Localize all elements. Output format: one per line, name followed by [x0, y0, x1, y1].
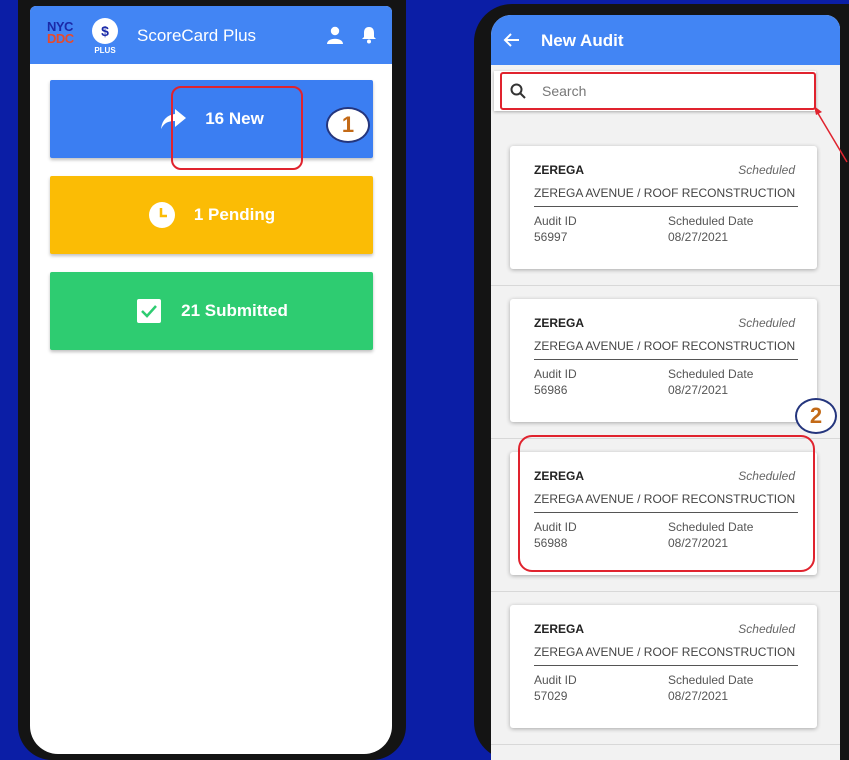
- app-title: ScoreCard Plus: [137, 26, 257, 45]
- audit-name: ZEREGA: [534, 622, 585, 636]
- audit-project: ZEREGA AVENUE / ROOF RECONSTRUCTION: [534, 339, 796, 353]
- back-arrow-icon[interactable]: [503, 31, 521, 49]
- audit-status: Scheduled: [738, 163, 795, 177]
- list-item: ZEREGA Scheduled ZEREGA AVENUE / ROOF RE…: [491, 286, 840, 439]
- clock-icon: [148, 201, 176, 229]
- step-badge-1: 1: [326, 107, 370, 143]
- audit-id-label: Audit ID: [534, 214, 577, 228]
- divider: [534, 359, 798, 360]
- plus-logo-mark: $: [92, 18, 118, 44]
- scheduled-date-label: Scheduled Date: [668, 367, 754, 381]
- scheduled-date-label: Scheduled Date: [668, 214, 754, 228]
- plus-logo: $ PLUS: [90, 18, 120, 58]
- audit-card[interactable]: ZEREGA Scheduled ZEREGA AVENUE / ROOF RE…: [510, 299, 817, 422]
- audit-card[interactable]: ZEREGA Scheduled ZEREGA AVENUE / ROOF RE…: [510, 605, 817, 728]
- audit-id-value: 57029: [534, 689, 568, 703]
- scheduled-date-value: 08/27/2021: [668, 383, 729, 397]
- nyc-ddc-logo: NYC DDC: [47, 20, 83, 49]
- scheduled-date-value: 08/27/2021: [668, 230, 729, 244]
- submitted-audits-button[interactable]: 21 Submitted: [50, 272, 373, 350]
- callout-highlight-audit-card: [518, 435, 815, 572]
- list-item: ZEREGA Scheduled ZEREGA AVENUE / ROOF RE…: [491, 592, 840, 745]
- callout-highlight-search: [500, 72, 816, 110]
- audit-id-label: Audit ID: [534, 673, 577, 687]
- list-item: [491, 745, 840, 760]
- bell-icon[interactable]: [360, 26, 378, 44]
- list-item: ZEREGA Scheduled ZEREGA AVENUE / ROOF RE…: [491, 133, 840, 286]
- audit-card[interactable]: ZEREGA Scheduled ZEREGA AVENUE / ROOF RE…: [510, 146, 817, 269]
- submitted-audits-label: 21 Submitted: [181, 301, 288, 320]
- audit-id-label: Audit ID: [534, 367, 577, 381]
- page-title: New Audit: [541, 31, 624, 50]
- scheduled-date-value: 08/27/2021: [668, 689, 729, 703]
- audit-name: ZEREGA: [534, 163, 585, 177]
- user-icon[interactable]: [326, 26, 344, 44]
- audit-project: ZEREGA AVENUE / ROOF RECONSTRUCTION: [534, 645, 796, 659]
- app-header: NYC DDC $ PLUS ScoreCard Plus: [30, 6, 392, 64]
- divider: [534, 665, 798, 666]
- checkbox-icon: [135, 297, 163, 325]
- audit-status: Scheduled: [738, 316, 795, 330]
- pending-audits-label: 1 Pending: [193, 205, 276, 224]
- new-audit-screen: New Audit ZEREGA Scheduled ZEREGA AVENUE…: [491, 15, 840, 760]
- pending-audits-button[interactable]: 1 Pending: [50, 176, 373, 254]
- audit-name: ZEREGA: [534, 316, 585, 330]
- step-badge-2: 2: [795, 398, 837, 434]
- callout-arrow-icon: [814, 106, 848, 163]
- audit-status: Scheduled: [738, 622, 795, 636]
- logo-line-2: DDC: [47, 31, 74, 46]
- audit-id-value: 56997: [534, 230, 568, 244]
- scheduled-date-label: Scheduled Date: [668, 673, 754, 687]
- callout-highlight-new: [171, 86, 303, 170]
- plus-logo-label: PLUS: [94, 46, 116, 55]
- new-audit-header: New Audit: [491, 15, 840, 65]
- home-screen: NYC DDC $ PLUS ScoreCard Plus 16 New 1 P…: [30, 6, 392, 754]
- audit-project: ZEREGA AVENUE / ROOF RECONSTRUCTION: [534, 186, 796, 200]
- divider: [534, 206, 798, 207]
- audit-id-value: 56986: [534, 383, 568, 397]
